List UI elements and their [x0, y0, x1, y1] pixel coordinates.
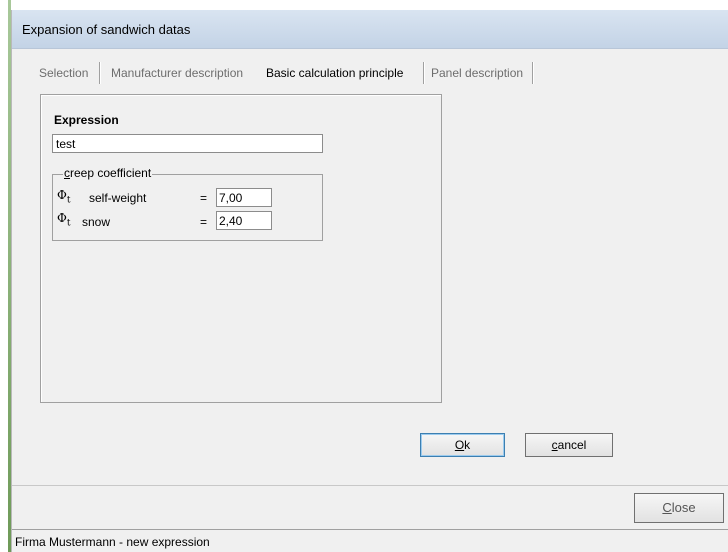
self-weight-creep-input[interactable]: [216, 188, 272, 207]
ok-button[interactable]: Ok: [420, 433, 505, 457]
status-text: Firma Mustermann - new expression: [15, 535, 210, 549]
status-bar: Firma Mustermann - new expression: [12, 529, 728, 552]
equals-sign: =: [200, 191, 208, 205]
tab-separator: [99, 62, 100, 84]
tab-panel-description[interactable]: Panel description: [431, 63, 523, 83]
tab-separator: [423, 62, 424, 84]
phi-symbol: Φt: [57, 188, 71, 206]
divider: [12, 485, 728, 486]
close-button[interactable]: Close: [634, 493, 724, 523]
cancel-button[interactable]: cancel: [525, 433, 613, 457]
creep-coefficient-label: creep coefficient: [63, 166, 153, 180]
expression-input[interactable]: [52, 134, 323, 153]
expression-label: Expression: [54, 113, 119, 127]
creep-coefficient-group: [52, 174, 323, 241]
snow-label: snow: [82, 215, 111, 229]
title-bar[interactable]: Expansion of sandwich datas: [12, 10, 728, 49]
tab-basic-calculation-principle[interactable]: Basic calculation principle: [266, 63, 403, 83]
self-weight-label: self-weight: [89, 191, 147, 205]
tab-manufacturer-description[interactable]: Manufacturer description: [111, 63, 243, 83]
equals-sign: =: [200, 215, 208, 229]
window-title: Expansion of sandwich datas: [22, 22, 191, 37]
tab-separator: [532, 62, 533, 84]
snow-creep-input[interactable]: [216, 211, 272, 230]
dialog-window: Expansion of sandwich datas Selection Ma…: [11, 10, 728, 552]
phi-symbol: Φt: [57, 211, 71, 229]
tab-selection[interactable]: Selection: [39, 63, 88, 83]
